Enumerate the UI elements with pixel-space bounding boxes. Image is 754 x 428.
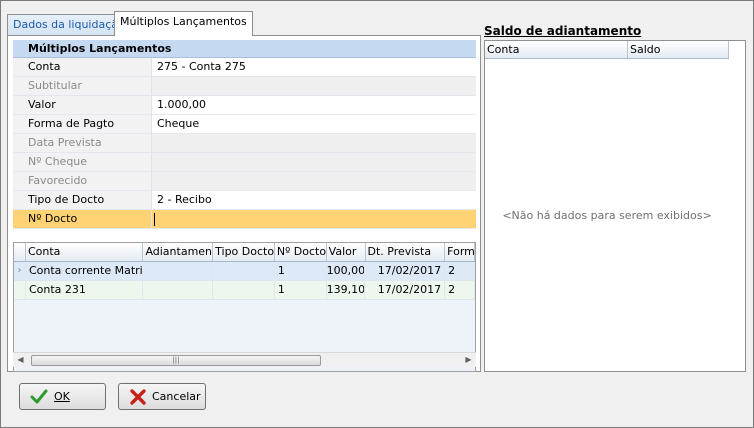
property-label: Data Prevista (13, 134, 152, 152)
property-label: Conta (13, 58, 152, 76)
grid-header: Conta Adiantamento Tipo Docto. Nº Docto.… (14, 243, 475, 262)
column-header-valor[interactable]: Valor (327, 243, 366, 261)
table-row[interactable]: Conta 231 1 139,10 17/02/2017 2 (14, 281, 475, 300)
scroll-right-icon[interactable]: ▶ (461, 353, 476, 368)
table-row[interactable]: › Conta corrente Matriz 1 100,00 17/02/2… (14, 262, 475, 281)
property-label: Favorecido (13, 172, 152, 190)
cell-dt-prevista[interactable]: 17/02/2017 (365, 281, 446, 299)
saldo-grid[interactable]: Conta Saldo <Não há dados para serem exi… (484, 40, 746, 372)
saldo-title: Saldo de adiantamento (484, 24, 642, 38)
ok-button[interactable]: OK (19, 383, 106, 410)
cell-adiantamento[interactable] (143, 281, 214, 299)
saldo-grid-header: Conta Saldo (485, 41, 729, 59)
row-indicator-icon: › (14, 262, 26, 280)
column-header-dt-prevista[interactable]: Dt. Prevista (366, 243, 446, 261)
tab-dados-da-liquidacao[interactable]: Dados da liquidação (7, 14, 131, 35)
tipo-de-docto-field[interactable]: 2 - Recibo (152, 191, 476, 209)
row-indicator-empty (14, 281, 26, 299)
conta-field[interactable]: 275 - Conta 275 (152, 58, 476, 76)
n-cheque-field (152, 153, 476, 171)
cell-conta[interactable]: Conta 231 (26, 281, 144, 299)
property-row-data-prevista: Data Prevista (13, 134, 476, 153)
property-label: Valor (13, 96, 152, 114)
scrollbar-thumb[interactable]: ||| (31, 355, 321, 366)
property-label: Tipo de Docto (13, 191, 152, 209)
property-row-subtitular: Subtitular (13, 77, 476, 96)
close-icon (130, 389, 146, 405)
row-indicator-header (14, 243, 26, 261)
property-row-tipo-de-docto[interactable]: Tipo de Docto 2 - Recibo (13, 191, 476, 210)
dialog-window: Dados da liquidação Múltiplos Lançamento… (0, 0, 754, 428)
cell-n-docto[interactable]: 1 (275, 262, 327, 280)
cell-dt-prevista[interactable]: 17/02/2017 (365, 262, 446, 280)
empty-state-text: <Não há dados para serem exibidos> (502, 209, 712, 222)
column-header-n-docto[interactable]: Nº Docto. (275, 243, 327, 261)
tab-multiplos-lancamentos[interactable]: Múltiplos Lançamentos (114, 11, 253, 36)
column-header-conta[interactable]: Conta (26, 243, 144, 261)
cell-valor[interactable]: 100,00 (327, 262, 366, 280)
cell-tipo-docto[interactable] (213, 281, 275, 299)
multiplos-lancamentos-panel: Múltiplos Lançamentos Conta 275 - Conta … (7, 35, 481, 372)
column-header-tipo-docto[interactable]: Tipo Docto. (213, 243, 275, 261)
property-row-valor[interactable]: Valor 1.000,00 (13, 96, 476, 115)
horizontal-scrollbar[interactable]: ◀ ||| ▶ (13, 352, 476, 367)
data-prevista-field (152, 134, 476, 152)
property-label: Nº Docto (13, 210, 152, 228)
property-grid: Múltiplos Lançamentos Conta 275 - Conta … (13, 40, 476, 229)
property-row-n-cheque: Nº Cheque (13, 153, 476, 172)
cell-forma[interactable]: 2 (445, 281, 475, 299)
property-label: Subtitular (13, 77, 152, 95)
cell-adiantamento[interactable] (143, 262, 214, 280)
cancel-button[interactable]: Cancelar (118, 383, 206, 410)
scroll-left-icon[interactable]: ◀ (13, 353, 28, 368)
subtitular-field (152, 77, 476, 95)
cell-n-docto[interactable]: 1 (275, 281, 327, 299)
cancel-label: Cancelar (152, 390, 201, 403)
ok-label: OK (54, 390, 70, 403)
cell-forma[interactable]: 2 (445, 262, 475, 280)
forma-de-pagto-field[interactable]: Cheque (152, 115, 476, 133)
cell-valor[interactable]: 139,10 (327, 281, 366, 299)
cell-tipo-docto[interactable] (213, 262, 275, 280)
property-row-forma-de-pagto[interactable]: Forma de Pagto Cheque (13, 115, 476, 134)
cell-conta[interactable]: Conta corrente Matriz (26, 262, 144, 280)
column-header-conta[interactable]: Conta (485, 41, 628, 58)
column-header-adiantamento[interactable]: Adiantamento (143, 243, 214, 261)
column-header-forma[interactable]: Forma (445, 243, 475, 261)
valor-field[interactable]: 1.000,00 (152, 96, 476, 114)
property-row-favorecido: Favorecido (13, 172, 476, 191)
text-caret (154, 212, 155, 226)
favorecido-field (152, 172, 476, 190)
property-label: Forma de Pagto (13, 115, 152, 133)
n-docto-field[interactable] (152, 210, 476, 228)
property-label: Nº Cheque (13, 153, 152, 171)
property-grid-header: Múltiplos Lançamentos (13, 40, 476, 58)
property-row-conta[interactable]: Conta 275 - Conta 275 (13, 58, 476, 77)
checkmark-icon (30, 389, 48, 404)
property-row-n-docto[interactable]: Nº Docto (13, 210, 476, 229)
column-header-saldo[interactable]: Saldo (628, 41, 729, 58)
